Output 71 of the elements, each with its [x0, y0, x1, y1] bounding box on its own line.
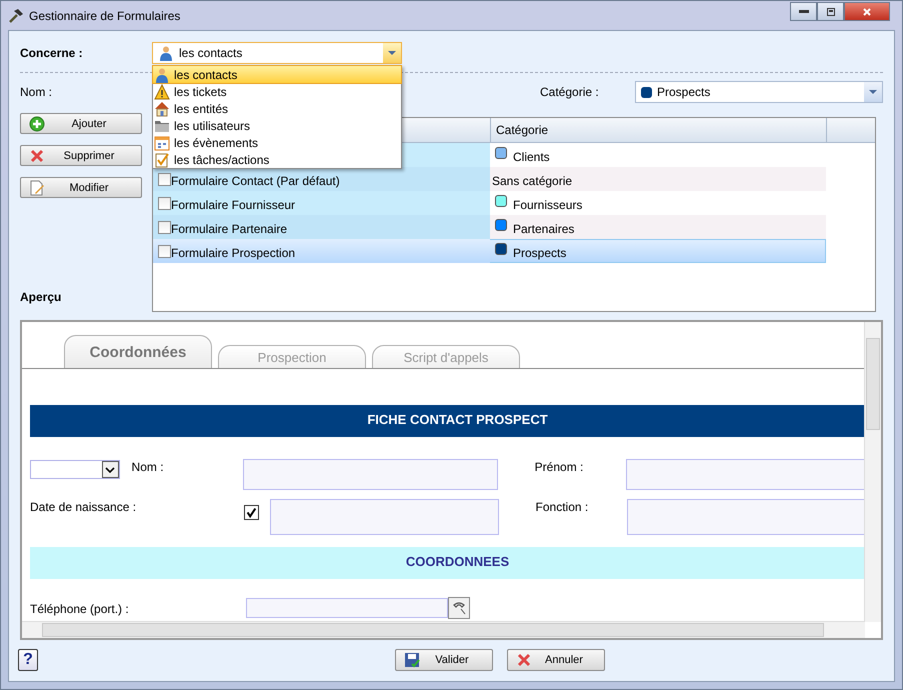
- dropdown-option[interactable]: les tickets: [153, 83, 401, 100]
- person-icon: [158, 45, 174, 61]
- form-header: FICHE CONTACT PROSPECT: [30, 405, 865, 437]
- minimize-icon: [798, 10, 808, 13]
- close-button[interactable]: [844, 2, 890, 21]
- validate-button[interactable]: Valider: [395, 649, 493, 671]
- form-name: Formulaire Fournisseur: [171, 197, 296, 212]
- form-name: Formulaire Prospection: [171, 245, 296, 260]
- help-button[interactable]: ?: [18, 649, 38, 671]
- concerne-dropdown[interactable]: les contacts: [152, 42, 402, 64]
- dropdown-option[interactable]: les utilisateurs: [153, 117, 401, 134]
- dropdown-option[interactable]: les évènements: [153, 134, 401, 151]
- plus-icon: [29, 116, 45, 132]
- column-header: Catégorie: [496, 123, 548, 137]
- phone-label: Téléphone (port.) :: [30, 601, 130, 618]
- cross-icon: [516, 652, 532, 668]
- edit-button[interactable]: Modifier: [20, 177, 142, 198]
- title-select[interactable]: [30, 460, 120, 479]
- maximize-button[interactable]: [817, 2, 844, 21]
- category-name: Fournisseurs: [513, 197, 582, 212]
- nom-input[interactable]: [242, 459, 498, 490]
- house-icon: [154, 100, 170, 116]
- add-button[interactable]: Ajouter: [20, 113, 142, 134]
- scroll-thumb[interactable]: [42, 623, 824, 637]
- section-header: COORDONNEES: [30, 547, 865, 579]
- prenom-label: Prénom :: [534, 459, 584, 476]
- row-checkbox[interactable]: [158, 172, 171, 186]
- window-title: Gestionnaire de Formulaires: [29, 8, 180, 22]
- phone-button[interactable]: [448, 597, 470, 619]
- apercu-label: Aperçu: [20, 290, 62, 304]
- row-checkbox[interactable]: [158, 220, 171, 234]
- nom-field-label: Nom :: [132, 459, 165, 476]
- birth-date-label: Date de naissance :: [30, 499, 138, 516]
- warning-icon: [154, 84, 170, 100]
- person-icon: [154, 66, 170, 82]
- categorie-dropdown[interactable]: Prospects: [635, 81, 883, 103]
- concerne-label: Concerne :: [20, 46, 84, 60]
- hammer-icon: [8, 8, 24, 24]
- row-checkbox[interactable]: [158, 244, 171, 258]
- category-name: Sans catégorie: [492, 173, 572, 188]
- horizontal-scrollbar[interactable]: [22, 621, 865, 638]
- categorie-label: Catégorie :: [540, 85, 600, 99]
- cancel-button[interactable]: Annuler: [507, 649, 605, 671]
- fonction-label: Fonction :: [536, 499, 590, 516]
- nom-label: Nom :: [20, 85, 52, 99]
- category-name: Partenaires: [513, 221, 574, 236]
- phone-icon: [451, 600, 467, 616]
- dropdown-option[interactable]: les tâches/actions: [153, 151, 401, 168]
- maximize-icon: [824, 6, 836, 16]
- category-name: Clients: [513, 149, 550, 164]
- prenom-input[interactable]: [626, 459, 865, 490]
- preview-tab[interactable]: Coordonnées: [64, 335, 212, 368]
- caret-icon[interactable]: [102, 461, 119, 478]
- minimize-button[interactable]: [790, 2, 817, 21]
- pencil-document-icon: [29, 180, 45, 196]
- close-icon: [861, 6, 873, 16]
- cross-icon: [29, 148, 45, 164]
- dropdown-option[interactable]: les contacts: [153, 66, 401, 83]
- scroll-thumb[interactable]: [866, 338, 880, 430]
- save-icon: [404, 652, 420, 668]
- vertical-scrollbar[interactable]: [864, 322, 881, 622]
- form-name: Formulaire Contact (Par défaut): [171, 173, 340, 188]
- form-name: Formulaire Partenaire: [171, 221, 288, 236]
- phone-input[interactable]: [246, 598, 448, 618]
- row-checkbox[interactable]: [158, 196, 171, 210]
- delete-button[interactable]: Supprimer: [20, 145, 142, 166]
- birth-date-checkbox[interactable]: [244, 505, 260, 520]
- dropdown-option[interactable]: les entités: [153, 100, 401, 117]
- category-name: Prospects: [513, 245, 566, 260]
- fonction-input[interactable]: [626, 499, 865, 535]
- birth-date-input[interactable]: [270, 499, 499, 535]
